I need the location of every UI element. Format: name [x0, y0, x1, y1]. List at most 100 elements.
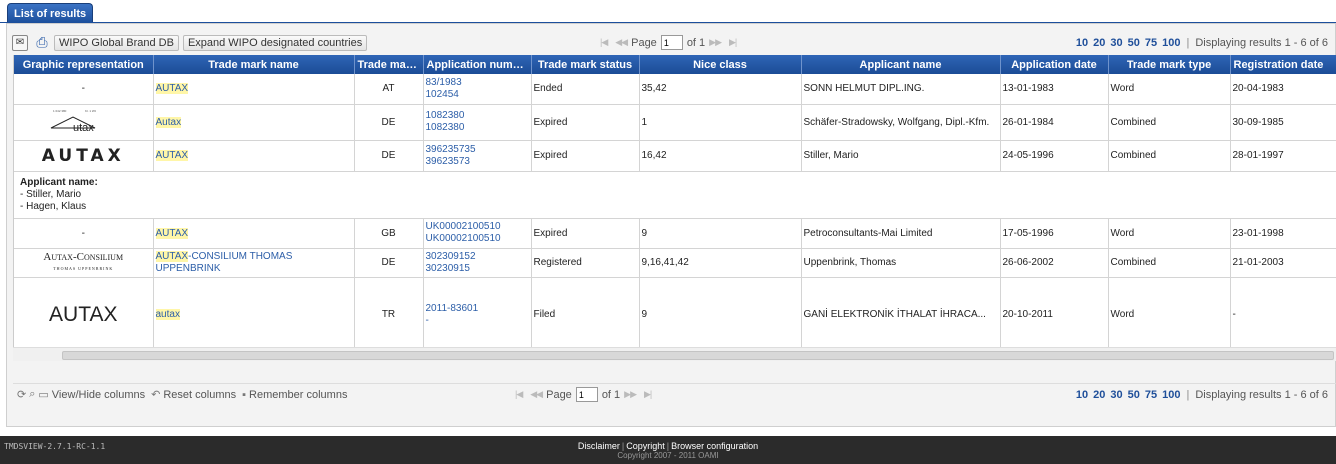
table-row[interactable]: AUTAX autax TR 2011-83601- Filed 9 GANİ …	[14, 277, 1336, 347]
col-status[interactable]: Trade mark status	[531, 55, 640, 74]
page-size-50[interactable]: 50	[1128, 37, 1140, 49]
app-number-link[interactable]: 2011-83601	[426, 303, 479, 314]
registration-date-cell: 21-01-2003	[1230, 248, 1336, 278]
app-number-link[interactable]: 39623573	[426, 156, 471, 167]
app-number-link[interactable]: -	[426, 315, 429, 326]
col-registration-date[interactable]: Registration date	[1230, 55, 1336, 74]
col-type[interactable]: Trade mark type	[1108, 55, 1231, 74]
app-number-link[interactable]: 1082380	[426, 110, 465, 121]
app-number-link[interactable]: 30230915	[426, 263, 471, 274]
reset-icon[interactable]: ↶	[151, 388, 160, 401]
trade-mark-name-link[interactable]: AUTAX	[155, 150, 189, 161]
col-office[interactable]: Trade mark...	[354, 55, 424, 74]
last-page-icon[interactable]: ▶|	[644, 389, 652, 400]
tab-list-of-results[interactable]: List of results	[7, 3, 94, 23]
trade-mark-name-cell[interactable]: AUTAX	[153, 218, 355, 249]
page-input[interactable]	[575, 387, 598, 402]
trade-mark-name-cell[interactable]: Autax	[153, 104, 355, 141]
displaying-count: Displaying results 1 - 6 of 6	[1195, 388, 1328, 401]
page-size-10[interactable]: 10	[1076, 37, 1088, 49]
app-number-link[interactable]: UK00002100510	[426, 221, 501, 232]
last-page-icon[interactable]: ▶|	[729, 37, 737, 48]
disclaimer-link[interactable]: Disclaimer	[578, 441, 620, 451]
next-page-icon[interactable]: ▶▶	[709, 37, 722, 48]
columns-icon[interactable]: ▭	[38, 388, 48, 401]
page-size-75[interactable]: 75	[1145, 37, 1157, 49]
application-number-cell[interactable]: UK00002100510 UK00002100510	[423, 218, 532, 249]
application-number-cell[interactable]: 83/1983 102454	[423, 74, 532, 105]
remember-columns-button[interactable]: Remember columns	[249, 389, 347, 401]
expand-wipo-countries-button[interactable]: Expand WIPO designated countries	[182, 34, 368, 51]
wipo-global-brand-db-button[interactable]: WIPO Global Brand DB	[54, 34, 179, 51]
trade-mark-name-cell[interactable]: AUTAX-CONSILIUM THOMAS UPPENBRINK	[153, 248, 355, 278]
trade-mark-name-link[interactable]: Autax	[155, 116, 182, 128]
application-number-cell[interactable]: 2011-83601-	[423, 277, 532, 347]
app-number-link[interactable]: 302309152	[426, 251, 476, 262]
page-size-20[interactable]: 20	[1093, 37, 1105, 49]
trade-mark-name-link[interactable]: AUTAX	[155, 250, 189, 262]
grid-header-row: Graphic representation Trade mark name T…	[14, 55, 1336, 74]
applicant-cell: GANİ ELEKTRONİK İTHALAT İHRACA...	[801, 277, 1001, 347]
refresh-icon[interactable]: ⟳	[17, 388, 26, 401]
page-label: Page	[631, 36, 657, 49]
divider: |	[666, 441, 670, 451]
trade-mark-name-cell[interactable]: AUTAX	[153, 74, 355, 105]
col-applicant[interactable]: Applicant name	[801, 55, 1001, 74]
first-page-icon[interactable]: |◀	[515, 389, 523, 400]
page-size-100[interactable]: 100	[1162, 37, 1180, 49]
table-row[interactable]: AUTAX-CONSILIUM THOMAS UPPENBRINK AUTAX-C…	[14, 248, 1336, 278]
page-size-100[interactable]: 100	[1162, 389, 1180, 401]
print-icon[interactable]: ⎙	[34, 34, 50, 51]
application-number-cell[interactable]: 396235735 39623573	[423, 140, 532, 172]
reset-columns-button[interactable]: Reset columns	[163, 389, 236, 401]
table-row[interactable]: AUTAX AUTAX DE 396235735 39623573 Expired…	[14, 140, 1336, 172]
col-nice-class[interactable]: Nice class	[639, 55, 802, 74]
page-size-20[interactable]: 20	[1093, 389, 1105, 401]
col-application-number[interactable]: Application numbe...	[423, 55, 532, 74]
graphic-cell: AUTAX	[14, 277, 154, 347]
page-size-50[interactable]: 50	[1128, 389, 1140, 401]
application-number-cell[interactable]: 302309152 30230915	[423, 248, 532, 278]
page-size-30[interactable]: 30	[1110, 389, 1122, 401]
table-row[interactable]: 1 042 380 Kl. 1 Wz utax Autax DE 1082380…	[14, 104, 1336, 141]
search-icon[interactable]: ⌕	[29, 388, 35, 401]
envelope-icon[interactable]: ✉	[12, 34, 28, 51]
application-number-cell[interactable]: 1082380 1082380	[423, 104, 532, 141]
col-trade-mark-name[interactable]: Trade mark name	[153, 55, 355, 74]
trade-mark-name-cell[interactable]: AUTAX	[153, 140, 355, 172]
next-page-icon[interactable]: ▶▶	[624, 389, 637, 400]
page-size-75[interactable]: 75	[1145, 389, 1157, 401]
app-number-link[interactable]: 396235735	[426, 144, 476, 155]
table-row[interactable]: - AUTAX GB UK00002100510 UK00002100510 Ex…	[14, 218, 1336, 249]
app-number-link[interactable]: UK00002100510	[426, 233, 501, 244]
prev-page-icon[interactable]: ◀◀	[530, 389, 543, 400]
type-cell: Combined	[1108, 248, 1231, 278]
page-size-30[interactable]: 30	[1110, 37, 1122, 49]
status-cell: Expired	[531, 140, 640, 172]
trade-mark-name-link[interactable]: autax	[155, 309, 180, 320]
applicant-cell: SONN HELMUT DIPL.ING.	[801, 74, 1001, 105]
app-number-link[interactable]: 102454	[426, 89, 459, 100]
horizontal-scrollbar[interactable]	[13, 347, 1336, 361]
page-input[interactable]	[660, 35, 683, 50]
type-cell: Combined	[1108, 104, 1231, 141]
col-graphic[interactable]: Graphic representation	[14, 55, 154, 74]
app-number-link[interactable]: 83/1983	[426, 77, 462, 88]
col-application-date[interactable]: Application date	[1000, 55, 1109, 74]
browser-configuration-link[interactable]: Browser configuration	[671, 441, 758, 451]
prev-page-icon[interactable]: ◀◀	[615, 37, 628, 48]
first-page-icon[interactable]: |◀	[600, 37, 608, 48]
type-cell: Word	[1108, 218, 1231, 249]
table-row[interactable]: - AUTAX AT 83/1983 102454 Ended 35,42 SON…	[14, 74, 1336, 105]
scrollbar-thumb[interactable]	[62, 351, 1334, 360]
page-size-10[interactable]: 10	[1076, 389, 1088, 401]
lock-icon[interactable]: ▪	[242, 389, 246, 401]
divider: |	[621, 441, 625, 451]
view-hide-columns-button[interactable]: View/Hide columns	[52, 389, 145, 401]
app-number-link[interactable]: 1082380	[426, 122, 465, 133]
trade-mark-name-cell[interactable]: autax	[153, 277, 355, 347]
office-cell: DE	[354, 104, 424, 141]
trade-mark-name-link[interactable]: AUTAX	[155, 227, 189, 239]
trade-mark-name-link[interactable]: AUTAX	[155, 83, 189, 95]
copyright-link[interactable]: Copyright	[626, 441, 665, 451]
